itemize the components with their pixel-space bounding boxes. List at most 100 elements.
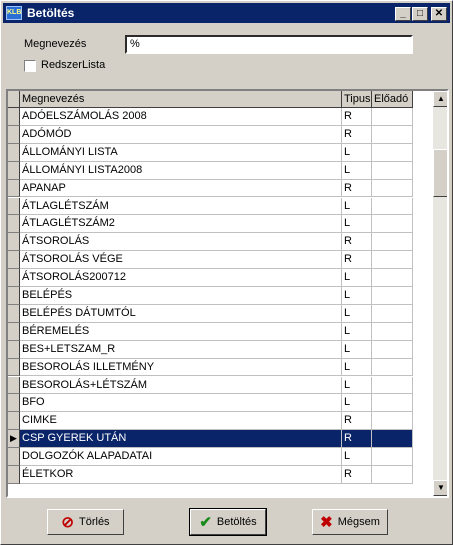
cell-type[interactable]: L	[342, 394, 372, 413]
cell-type[interactable]: L	[342, 287, 372, 305]
cell-presenter[interactable]	[372, 412, 413, 431]
cell-type[interactable]: L	[342, 376, 372, 395]
system-list-checkbox[interactable]	[24, 60, 36, 72]
table-row[interactable]: DOLGOZÓK ALAPADATAI L	[8, 448, 430, 466]
cell-name[interactable]: ÁTLAGLÉTSZÁM	[20, 197, 342, 216]
cell-name[interactable]: BÉREMELÉS	[20, 322, 342, 341]
row-indicator[interactable]	[8, 376, 20, 395]
current-row-icon[interactable]: ▶	[8, 430, 20, 449]
load-button[interactable]: ✔ Betöltés	[189, 508, 267, 536]
cell-presenter[interactable]	[372, 143, 413, 162]
cell-presenter[interactable]	[372, 358, 413, 377]
table-row[interactable]: ÁLLOMÁNYI LISTA2008 L	[8, 161, 430, 180]
cell-name[interactable]: ÁTSOROLÁS VÉGE	[20, 251, 342, 270]
cell-name[interactable]: ADÓELSZÁMOLÁS 2008	[20, 108, 342, 126]
cell-type[interactable]: L	[342, 215, 372, 234]
row-indicator[interactable]	[8, 143, 20, 162]
cell-name[interactable]: BESOROLÁS+LÉTSZÁM	[20, 376, 342, 395]
row-indicator[interactable]	[8, 340, 20, 359]
vertical-scrollbar[interactable]: ▲ ▼	[433, 91, 447, 496]
row-indicator[interactable]	[8, 269, 20, 287]
cell-name[interactable]: ÁTSOROLÁS	[20, 233, 342, 252]
row-indicator[interactable]	[8, 233, 20, 252]
name-input[interactable]: %	[125, 35, 413, 54]
cancel-button[interactable]: ✖ Mégsem	[312, 509, 388, 535]
table-row[interactable]: ADÓELSZÁMOLÁS 2008 R	[8, 108, 430, 126]
table-row[interactable]: BELÉPÉS L	[8, 287, 430, 305]
scroll-down-button[interactable]: ▼	[433, 480, 447, 496]
table-row[interactable]: BELÉPÉS DÁTUMTÓL L	[8, 304, 430, 323]
row-indicator[interactable]	[8, 108, 20, 126]
close-button[interactable]: ✕	[431, 7, 447, 21]
cell-type[interactable]: L	[342, 358, 372, 377]
minimize-button[interactable]: _	[395, 7, 411, 21]
cell-presenter[interactable]	[372, 197, 413, 216]
cell-type[interactable]: R	[342, 179, 372, 198]
cell-type[interactable]: R	[342, 233, 372, 252]
row-indicator[interactable]	[8, 215, 20, 234]
delete-button[interactable]: ⊘ Törlés	[47, 509, 124, 535]
cell-type[interactable]: L	[342, 448, 372, 466]
cell-name[interactable]: APANAP	[20, 179, 342, 198]
cell-presenter[interactable]	[372, 376, 413, 395]
row-indicator[interactable]	[8, 251, 20, 270]
cell-name[interactable]: BELÉPÉS DÁTUMTÓL	[20, 304, 342, 323]
cell-type[interactable]: L	[342, 161, 372, 180]
cell-type[interactable]: R	[342, 466, 372, 484]
table-row[interactable]: ADÓMÓD R	[8, 125, 430, 144]
scroll-thumb[interactable]	[433, 149, 447, 197]
cell-presenter[interactable]	[372, 251, 413, 270]
row-indicator[interactable]	[8, 322, 20, 341]
table-row[interactable]: ÁTLAGLÉTSZÁM L	[8, 197, 430, 216]
table-row[interactable]: BES+LETSZAM_R L	[8, 340, 430, 359]
table-row[interactable]: CIMKE R	[8, 412, 430, 431]
table-row[interactable]: APANAP R	[8, 179, 430, 198]
scroll-up-button[interactable]: ▲	[433, 91, 447, 107]
row-indicator[interactable]	[8, 179, 20, 198]
report-grid[interactable]: Megnevezés Tipus Előadó ADÓELSZÁMOLÁS 20…	[6, 89, 449, 498]
cell-presenter[interactable]	[372, 340, 413, 359]
table-row[interactable]: ÁLLOMÁNYI LISTA L	[8, 143, 430, 162]
row-indicator[interactable]	[8, 287, 20, 305]
cell-name[interactable]: ADÓMÓD	[20, 125, 342, 144]
cell-name[interactable]: BELÉPÉS	[20, 287, 342, 305]
header-type[interactable]: Tipus	[342, 91, 372, 108]
cell-type[interactable]: L	[342, 269, 372, 287]
system-list-label[interactable]: RedszerLista	[41, 59, 105, 71]
cell-name[interactable]: BESOROLÁS ILLETMÉNY	[20, 358, 342, 377]
cell-presenter[interactable]	[372, 215, 413, 234]
table-row[interactable]: ÁTLAGLÉTSZÁM2 L	[8, 215, 430, 234]
row-indicator[interactable]	[8, 466, 20, 484]
cell-presenter[interactable]	[372, 179, 413, 198]
table-row[interactable]: ▶ CSP GYEREK UTÁN R	[8, 430, 430, 449]
header-presenter[interactable]: Előadó	[372, 91, 413, 108]
cell-presenter[interactable]	[372, 304, 413, 323]
title-bar[interactable]: KLB Betöltés _ □ ✕	[3, 3, 450, 23]
maximize-button[interactable]: □	[412, 7, 428, 21]
cell-presenter[interactable]	[372, 161, 413, 180]
cell-name[interactable]: DOLGOZÓK ALAPADATAI	[20, 448, 342, 466]
table-row[interactable]: BESOROLÁS ILLETMÉNY L	[8, 358, 430, 377]
cell-presenter[interactable]	[372, 287, 413, 305]
cell-type[interactable]: L	[342, 322, 372, 341]
cell-name[interactable]: ÁLLOMÁNYI LISTA	[20, 143, 342, 162]
table-row[interactable]: ÉLETKOR R	[8, 466, 430, 484]
cell-presenter[interactable]	[372, 430, 413, 449]
row-indicator[interactable]	[8, 161, 20, 180]
table-row[interactable]: BÉREMELÉS L	[8, 322, 430, 341]
cell-presenter[interactable]	[372, 466, 413, 484]
cell-type[interactable]: L	[342, 197, 372, 216]
table-row[interactable]: ÁTSOROLÁS200712 L	[8, 269, 430, 287]
cell-name[interactable]: ÁTLAGLÉTSZÁM2	[20, 215, 342, 234]
cell-type[interactable]: R	[342, 251, 372, 270]
row-indicator[interactable]	[8, 448, 20, 466]
cell-name[interactable]: ÁLLOMÁNYI LISTA2008	[20, 161, 342, 180]
cell-name[interactable]: ÁTSOROLÁS200712	[20, 269, 342, 287]
cell-presenter[interactable]	[372, 233, 413, 252]
cell-type[interactable]: R	[342, 108, 372, 126]
cell-presenter[interactable]	[372, 125, 413, 144]
row-indicator[interactable]	[8, 197, 20, 216]
table-row[interactable]: ÁTSOROLÁS R	[8, 233, 430, 252]
cell-presenter[interactable]	[372, 394, 413, 413]
cell-type[interactable]: R	[342, 125, 372, 144]
